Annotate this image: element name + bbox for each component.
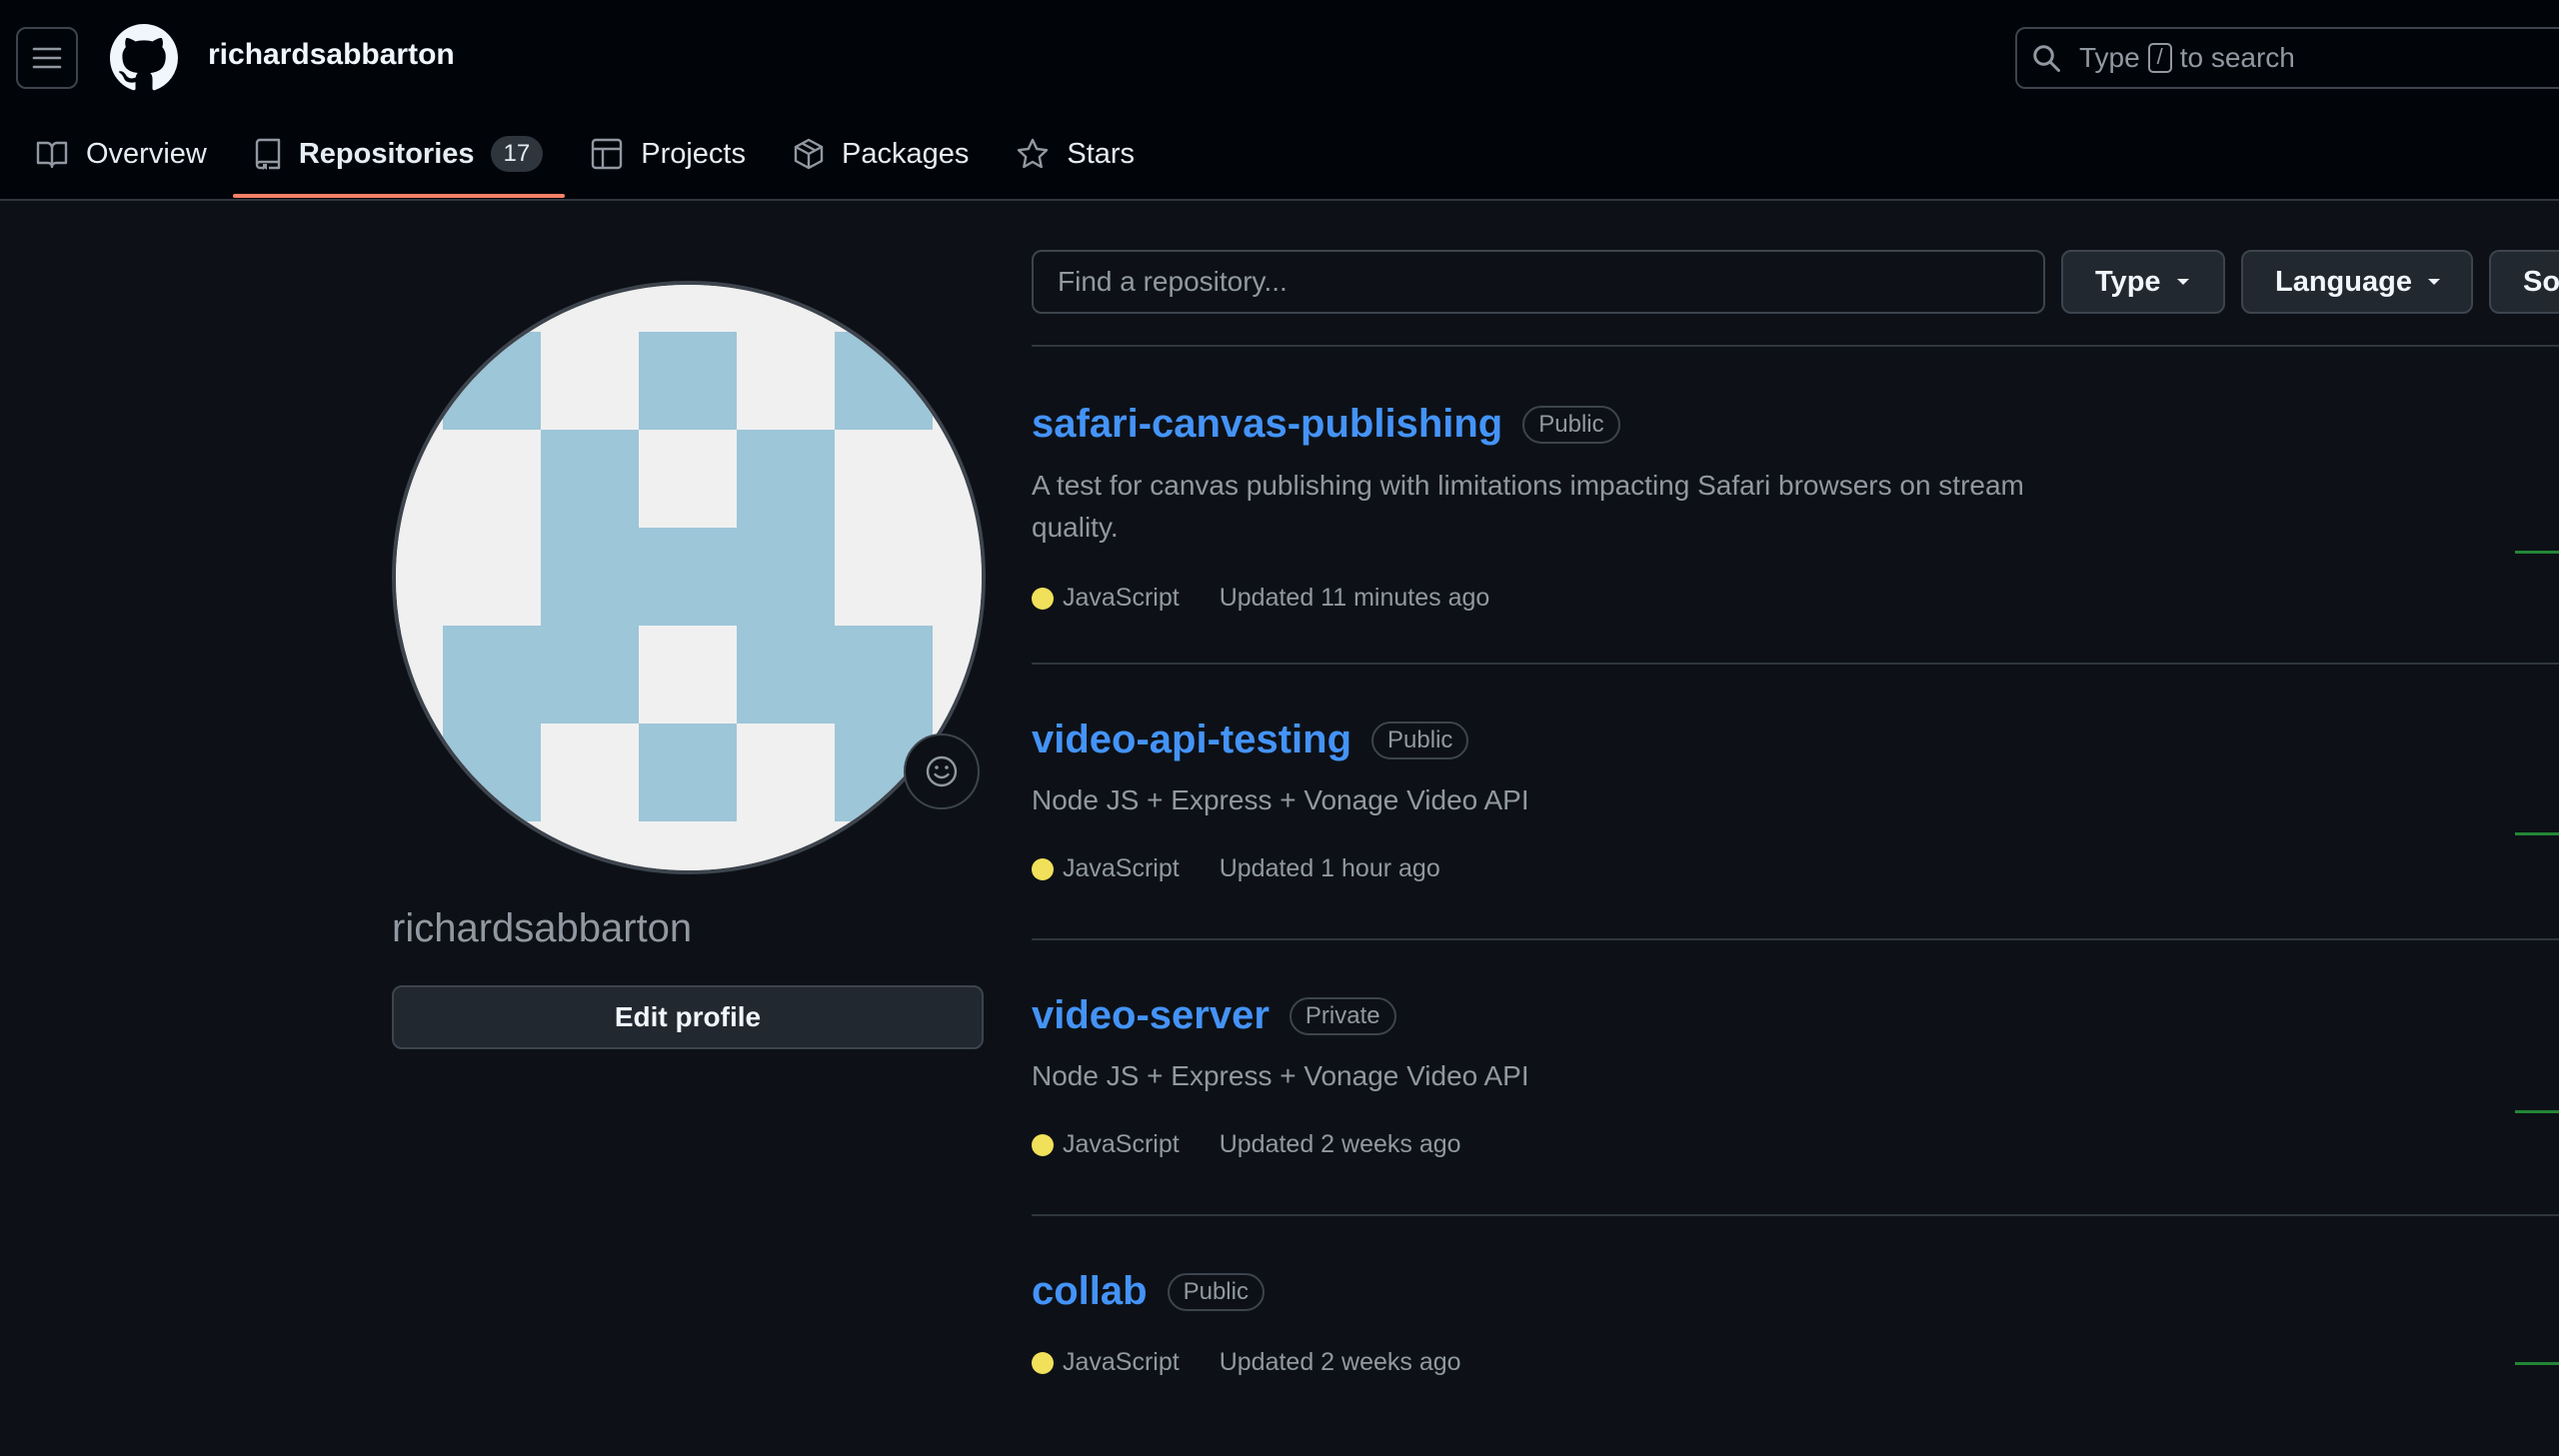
language-color-dot — [1032, 1351, 1054, 1374]
tab-projects[interactable]: Projects — [585, 130, 752, 178]
search-placeholder-suffix: to search — [2179, 42, 2295, 73]
package-icon — [794, 138, 824, 170]
repo-language: JavaScript — [1063, 854, 1180, 882]
language-color-dot — [1032, 857, 1054, 880]
smiley-icon — [925, 754, 959, 788]
set-status-button[interactable] — [904, 733, 980, 809]
caret-down-icon — [2426, 277, 2442, 287]
repo-updated: Updated 11 minutes ago — [1219, 584, 1490, 612]
language-color-dot — [1032, 587, 1054, 610]
search-shortcut-key: / — [2147, 43, 2172, 73]
repo-updated: Updated 2 weeks ago — [1219, 1348, 1461, 1376]
tab-label: Packages — [842, 137, 970, 170]
tab-label: Repositories — [298, 137, 475, 170]
repo-language: JavaScript — [1063, 1348, 1180, 1376]
caret-down-icon — [2175, 277, 2191, 287]
repo-language: JavaScript — [1063, 584, 1180, 612]
activity-sparkline — [2515, 551, 2559, 554]
github-logo-icon[interactable] — [110, 24, 178, 92]
language-filter-button[interactable]: Language — [2241, 250, 2473, 314]
repo-description: Node JS + Express + Vonage Video API — [1032, 1060, 1529, 1091]
profile-avatar-wrapper — [392, 281, 986, 874]
repo-description: Node JS + Express + Vonage Video API — [1032, 784, 1529, 815]
header-username[interactable]: richardsabbarton — [208, 38, 455, 72]
tab-label: Overview — [86, 137, 207, 170]
book-icon — [36, 139, 68, 169]
avatar[interactable] — [392, 281, 986, 874]
repo-updated: Updated 1 hour ago — [1219, 854, 1440, 882]
find-repository-input[interactable]: Find a repository... — [1032, 250, 2045, 314]
repo-description: A test for canvas publishing with limita… — [1032, 470, 2024, 543]
tab-label: Projects — [641, 137, 746, 170]
profile-username: richardsabbarton — [392, 906, 693, 950]
search-icon — [2031, 43, 2061, 73]
visibility-badge: Public — [1167, 1272, 1265, 1311]
repo-name-link[interactable]: video-api-testing — [1032, 718, 1351, 762]
repo-updated: Updated 2 weeks ago — [1219, 1130, 1461, 1158]
find-placeholder: Find a repository... — [1058, 266, 1287, 297]
list-item: video-api-testing Public Node JS + Expre… — [1032, 663, 2559, 940]
visibility-badge: Private — [1288, 996, 1396, 1035]
tab-stars[interactable]: Stars — [1011, 130, 1141, 178]
visibility-badge: Public — [1371, 721, 1469, 759]
list-item: video-server Private Node JS + Express +… — [1032, 938, 2559, 1216]
sort-filter-button[interactable]: Sort — [2489, 250, 2559, 314]
search-input[interactable]: Type / to search — [2015, 27, 2559, 89]
edit-profile-button[interactable]: Edit profile — [392, 985, 984, 1049]
global-header: richardsabbarton Type / to search Overvi… — [0, 0, 2559, 201]
profile-tabs: Overview Repositories 17 Projects Packag… — [30, 130, 1177, 200]
activity-sparkline — [2515, 832, 2559, 835]
language-color-dot — [1032, 1133, 1054, 1156]
type-filter-label: Type — [2095, 265, 2161, 298]
repo-name-link[interactable]: video-server — [1032, 993, 1270, 1038]
sort-filter-label: Sort — [2523, 265, 2559, 298]
repo-name-link[interactable]: collab — [1032, 1269, 1148, 1314]
repo-language: JavaScript — [1063, 1130, 1180, 1158]
list-item: safari-canvas-publishing Public A test f… — [1032, 345, 2559, 665]
type-filter-button[interactable]: Type — [2061, 250, 2225, 314]
repo-name-link[interactable]: safari-canvas-publishing — [1032, 402, 1502, 447]
activity-sparkline — [2515, 1110, 2559, 1113]
menu-button[interactable] — [16, 27, 78, 89]
tab-repositories[interactable]: Repositories 17 — [232, 130, 566, 198]
star-icon — [1017, 138, 1049, 170]
identicon — [396, 285, 982, 870]
list-item: collab Public JavaScript Updated 2 weeks… — [1032, 1214, 2559, 1456]
repo-icon — [255, 138, 281, 170]
search-placeholder-prefix: Type — [2079, 42, 2140, 73]
hamburger-icon — [32, 46, 62, 70]
language-filter-label: Language — [2275, 265, 2412, 298]
tab-overview[interactable]: Overview — [30, 130, 213, 178]
tab-label: Stars — [1067, 137, 1136, 170]
tab-packages[interactable]: Packages — [788, 130, 975, 178]
visibility-badge: Public — [1522, 405, 1620, 444]
table-icon — [591, 138, 623, 170]
activity-sparkline — [2515, 1362, 2559, 1365]
repo-count-badge: 17 — [490, 136, 544, 172]
